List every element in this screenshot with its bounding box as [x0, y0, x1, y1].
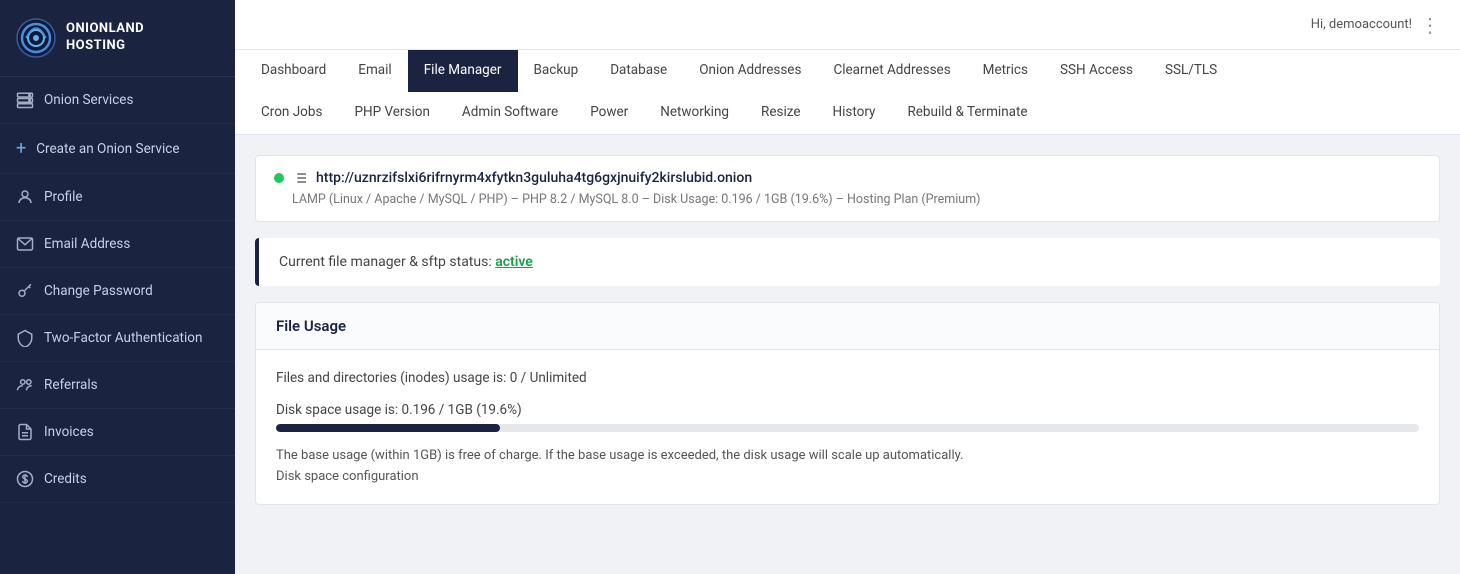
inodes-label: Files and directories (inodes) usage is:…	[276, 370, 1419, 386]
sidebar: ONIONLAND HOSTING Onion Services + Creat…	[0, 0, 235, 574]
tab-cron-jobs[interactable]: Cron Jobs	[245, 92, 338, 134]
alert-status-link[interactable]: active	[495, 254, 533, 270]
sidebar-item-create-label: Create an Onion Service	[36, 141, 179, 157]
user-icon	[16, 188, 34, 206]
tab-clearnet-addresses[interactable]: Clearnet Addresses	[817, 50, 966, 92]
alert-box: Current file manager & sftp status: acti…	[255, 238, 1440, 286]
logo-icon	[16, 18, 56, 58]
service-header: http://uznrzifslxi6rifrnyrm4xfytkn3guluh…	[255, 155, 1440, 222]
tab-ssl-tls[interactable]: SSL/TLS	[1149, 50, 1233, 92]
tab-networking[interactable]: Networking	[644, 92, 745, 134]
email-icon	[16, 235, 34, 253]
panel-title: File Usage	[276, 317, 346, 335]
topbar: Hi, demoaccount! ⋮	[235, 0, 1460, 50]
service-meta: LAMP (Linux / Apache / MySQL / PHP) – PH…	[292, 192, 1421, 207]
users-icon	[16, 376, 34, 394]
sidebar-item-invoices[interactable]: Invoices	[0, 409, 235, 456]
disk-label: Disk space usage is: 0.196 / 1GB (19.6%)	[276, 402, 1419, 418]
tab-file-manager[interactable]: File Manager	[408, 50, 518, 92]
sidebar-item-profile-label: Profile	[44, 189, 83, 205]
service-url-row: http://uznrzifslxi6rifrnyrm4xfytkn3guluh…	[274, 170, 1421, 186]
list-icon	[292, 170, 308, 186]
logo-area: ONIONLAND HOSTING	[0, 0, 235, 77]
topbar-user: Hi, demoaccount! ⋮	[1311, 13, 1440, 37]
sidebar-item-email-label: Email Address	[44, 236, 130, 252]
sidebar-item-profile[interactable]: Profile	[0, 174, 235, 221]
sidebar-item-two-factor[interactable]: Two-Factor Authentication	[0, 315, 235, 362]
sidebar-item-referrals[interactable]: Referrals	[0, 362, 235, 409]
sidebar-item-2fa-label: Two-Factor Authentication	[44, 330, 202, 346]
panel-body: Files and directories (inodes) usage is:…	[256, 350, 1439, 504]
disk-progress-fill	[276, 424, 500, 432]
inodes-usage-row: Files and directories (inodes) usage is:…	[276, 370, 1419, 386]
tab-database[interactable]: Database	[594, 50, 683, 92]
tab-rebuild-terminate[interactable]: Rebuild & Terminate	[891, 92, 1043, 134]
topbar-menu-button[interactable]: ⋮	[1420, 13, 1440, 37]
shield-icon	[16, 329, 34, 347]
alert-text: Current file manager & sftp status:	[279, 254, 495, 270]
tab-php-version[interactable]: PHP Version	[338, 92, 445, 134]
tab-onion-addresses[interactable]: Onion Addresses	[683, 50, 817, 92]
tabs-row-2: Cron Jobs PHP Version Admin Software Pow…	[235, 92, 1460, 134]
sidebar-item-onion-services-label: Onion Services	[44, 92, 133, 108]
sidebar-nav: Onion Services + Create an Onion Service…	[0, 77, 235, 574]
content-area: http://uznrzifslxi6rifrnyrm4xfytkn3guluh…	[235, 135, 1460, 574]
sidebar-item-change-password[interactable]: Change Password	[0, 268, 235, 315]
sidebar-item-onion-services[interactable]: Onion Services	[0, 77, 235, 124]
tab-dashboard[interactable]: Dashboard	[245, 50, 342, 92]
tab-power[interactable]: Power	[574, 92, 644, 134]
sidebar-item-invoices-label: Invoices	[44, 424, 94, 440]
key-icon	[16, 282, 34, 300]
server-icon	[16, 91, 34, 109]
tab-metrics[interactable]: Metrics	[967, 50, 1044, 92]
usage-subtext: Disk space configuration	[276, 469, 1419, 484]
sidebar-item-create-onion-service[interactable]: + Create an Onion Service	[0, 124, 235, 174]
tab-admin-software[interactable]: Admin Software	[446, 92, 574, 134]
file-usage-panel: File Usage Files and directories (inodes…	[255, 302, 1440, 505]
plus-icon: +	[16, 138, 26, 159]
dollar-icon	[16, 470, 34, 488]
tab-history[interactable]: History	[816, 92, 891, 134]
tab-ssh-access[interactable]: SSH Access	[1044, 50, 1149, 92]
main-area: Hi, demoaccount! ⋮ Dashboard Email File …	[235, 0, 1460, 574]
panel-header: File Usage	[256, 303, 1439, 350]
tabs-container: Dashboard Email File Manager Backup Data…	[235, 50, 1460, 135]
tab-resize[interactable]: Resize	[745, 92, 816, 134]
sidebar-item-email-address[interactable]: Email Address	[0, 221, 235, 268]
document-icon	[16, 423, 34, 441]
sidebar-item-referrals-label: Referrals	[44, 377, 98, 393]
sidebar-item-password-label: Change Password	[44, 283, 153, 299]
tab-email[interactable]: Email	[342, 50, 407, 92]
disk-usage-row: Disk space usage is: 0.196 / 1GB (19.6%)	[276, 402, 1419, 432]
tab-backup[interactable]: Backup	[518, 50, 595, 92]
status-dot	[274, 173, 284, 183]
brand-name: ONIONLAND HOSTING	[66, 21, 144, 55]
service-url-link[interactable]: http://uznrzifslxi6rifrnyrm4xfytkn3guluh…	[316, 170, 752, 186]
sidebar-item-credits-label: Credits	[44, 471, 87, 487]
greeting-text: Hi, demoaccount!	[1311, 17, 1412, 32]
sidebar-item-credits[interactable]: Credits	[0, 456, 235, 503]
tabs-row-1: Dashboard Email File Manager Backup Data…	[235, 50, 1460, 92]
disk-progress-bg	[276, 424, 1419, 432]
usage-note: The base usage (within 1GB) is free of c…	[276, 448, 1419, 463]
